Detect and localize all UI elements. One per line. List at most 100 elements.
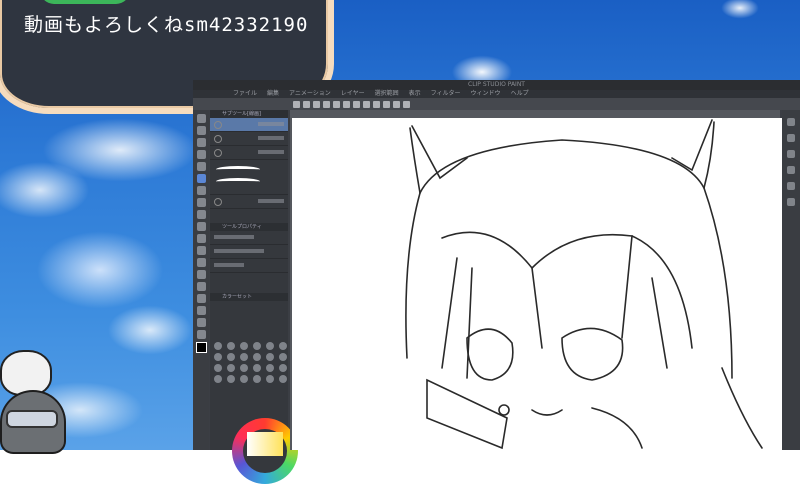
- tool-property-header: ツールプロパティ: [210, 223, 288, 231]
- color-swatch[interactable]: [279, 353, 287, 361]
- color-swatch[interactable]: [240, 353, 248, 361]
- gradient-tool-icon[interactable]: [196, 258, 206, 267]
- brush-stroke-preview: [216, 166, 260, 173]
- pencil-tool-icon[interactable]: [196, 186, 206, 195]
- property-row[interactable]: [210, 259, 288, 273]
- save-icon[interactable]: [313, 100, 320, 108]
- correct-line-tool-icon[interactable]: [196, 330, 206, 339]
- brush-label: [258, 150, 284, 154]
- menu-item-layer[interactable]: レイヤー: [341, 90, 365, 98]
- brush-item[interactable]: [210, 132, 288, 146]
- menu-item-help[interactable]: ヘルプ: [511, 90, 529, 98]
- command-bar: [193, 98, 800, 110]
- property-label: [214, 235, 254, 239]
- color-swatch[interactable]: [266, 364, 274, 372]
- ruler-tool-icon[interactable]: [196, 318, 206, 327]
- sub-tool-panel: サブツール[線画] ツールプロパティ カラーセット: [210, 110, 298, 484]
- menu-item-file[interactable]: ファイル: [233, 90, 257, 98]
- color-swatch[interactable]: [253, 353, 261, 361]
- color-swatch[interactable]: [227, 353, 235, 361]
- tool-palette: [193, 110, 209, 450]
- snap-icon[interactable]: [383, 100, 390, 108]
- raccoon-mascot-avatar: [0, 390, 66, 454]
- text-tool-icon[interactable]: [196, 294, 206, 303]
- sub-tool-header: サブツール[線画]: [210, 110, 288, 118]
- undo-icon[interactable]: [323, 100, 330, 108]
- zoom-tool-icon[interactable]: [196, 114, 206, 123]
- color-swatch[interactable]: [214, 364, 222, 372]
- eyedropper-tool-icon[interactable]: [196, 162, 206, 171]
- property-row[interactable]: [210, 231, 288, 245]
- menu-item-animation[interactable]: アニメーション: [289, 90, 331, 98]
- color-swatch[interactable]: [214, 375, 222, 383]
- color-swatch[interactable]: [253, 375, 261, 383]
- ruler-icon[interactable]: [393, 100, 400, 108]
- deselect-icon[interactable]: [373, 100, 380, 108]
- color-swatch[interactable]: [266, 342, 274, 350]
- color-swatch[interactable]: [279, 364, 287, 372]
- color-swatch[interactable]: [214, 342, 222, 350]
- menu-item-view[interactable]: 表示: [409, 90, 421, 98]
- color-swatch[interactable]: [227, 375, 235, 383]
- paint-app-window: CLIP STUDIO PAINT ファイル 編集 アニメーション レイヤー 選…: [193, 80, 800, 484]
- select-tool-icon[interactable]: [196, 138, 206, 147]
- menu-item-selection[interactable]: 選択範囲: [375, 90, 399, 98]
- color-swatch[interactable]: [240, 364, 248, 372]
- brush-label: [258, 122, 284, 126]
- panel-toggle-icon[interactable]: [787, 134, 795, 142]
- right-dock: [782, 110, 800, 450]
- panel-toggle-icon[interactable]: [787, 150, 795, 158]
- settings-icon[interactable]: [353, 100, 360, 108]
- property-row[interactable]: [210, 245, 288, 259]
- redo-icon[interactable]: [333, 100, 340, 108]
- fill-tool-icon[interactable]: [196, 246, 206, 255]
- main-color-swatch[interactable]: [195, 342, 207, 353]
- frame-tool-icon[interactable]: [196, 282, 206, 291]
- brush-tool-icon[interactable]: [196, 198, 206, 207]
- color-swatch[interactable]: [266, 375, 274, 383]
- brush-stroke-preview: [216, 178, 260, 185]
- color-swatch[interactable]: [240, 375, 248, 383]
- panel-toggle-icon[interactable]: [787, 166, 795, 174]
- color-swatch[interactable]: [240, 342, 248, 350]
- menu-item-edit[interactable]: 編集: [267, 90, 279, 98]
- pen-tool-icon[interactable]: [196, 174, 206, 183]
- property-label: [214, 263, 244, 267]
- move-tool-icon[interactable]: [196, 126, 206, 135]
- color-swatch[interactable]: [279, 342, 287, 350]
- color-swatch[interactable]: [279, 375, 287, 383]
- panel-toggle-icon[interactable]: [787, 182, 795, 190]
- color-swatch[interactable]: [253, 342, 261, 350]
- goggles-icon: [6, 410, 58, 428]
- transform-icon[interactable]: [363, 100, 370, 108]
- brush-item[interactable]: [210, 195, 288, 209]
- color-swatch[interactable]: [227, 342, 235, 350]
- color-swatch[interactable]: [214, 353, 222, 361]
- brush-item[interactable]: [210, 146, 288, 160]
- brush-item[interactable]: [210, 160, 288, 195]
- color-picker-square[interactable]: [247, 432, 283, 456]
- balloon-tool-icon[interactable]: [196, 306, 206, 315]
- menu-item-filter[interactable]: フィルター: [431, 90, 461, 98]
- airbrush-tool-icon[interactable]: [196, 210, 206, 219]
- color-swatch[interactable]: [253, 364, 261, 372]
- color-swatch[interactable]: [266, 353, 274, 361]
- menu-item-window[interactable]: ウィンドウ: [471, 90, 501, 98]
- panel-toggle-icon[interactable]: [787, 198, 795, 206]
- bubble-text: 動画もよろしくねsm42332190: [24, 14, 309, 36]
- color-swatch[interactable]: [227, 364, 235, 372]
- panel-toggle-icon[interactable]: [787, 118, 795, 126]
- drawing-canvas[interactable]: [292, 118, 782, 450]
- brush-item[interactable]: [210, 118, 288, 132]
- grid-icon[interactable]: [403, 100, 410, 108]
- blend-tool-icon[interactable]: [196, 234, 206, 243]
- eraser-tool-icon[interactable]: [196, 222, 206, 231]
- lasso-tool-icon[interactable]: [196, 150, 206, 159]
- bubble-accent: [40, 0, 130, 4]
- open-icon[interactable]: [303, 100, 310, 108]
- new-icon[interactable]: [293, 100, 300, 108]
- color-wheel[interactable]: [232, 418, 298, 484]
- clear-icon[interactable]: [343, 100, 350, 108]
- figure-tool-icon[interactable]: [196, 270, 206, 279]
- brush-dot-icon: [214, 135, 222, 143]
